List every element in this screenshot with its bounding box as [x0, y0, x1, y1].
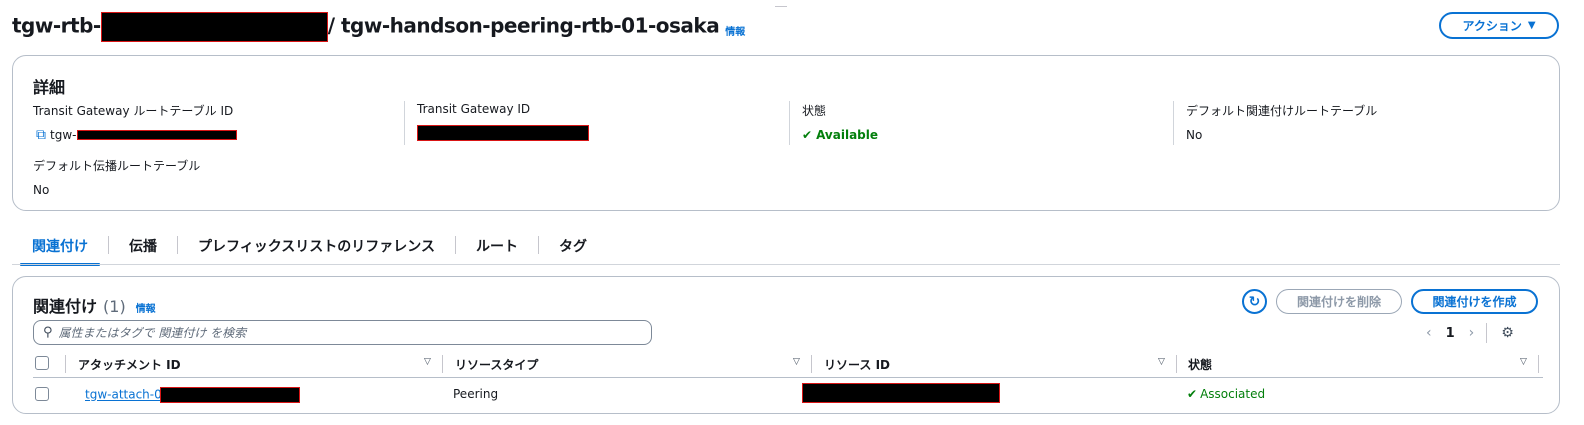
row-checkbox[interactable]	[35, 387, 49, 401]
attachment-id-prefix: tgw-attach-0	[85, 387, 162, 402]
check-circle-icon: ✔	[1187, 387, 1198, 401]
create-association-button[interactable]: 関連付けを作成	[1411, 289, 1538, 314]
tab-separator	[455, 236, 457, 254]
column-separator	[1176, 355, 1177, 373]
title-prefix: tgw-rtb-	[12, 13, 101, 38]
actions-label: アクション	[1462, 19, 1522, 33]
state-cell-text: Associated	[1200, 387, 1266, 401]
details-container: 詳細 Transit Gateway ルートテーブル ID ⧉ tgw- Tra…	[12, 55, 1560, 211]
column-separator	[1538, 355, 1539, 373]
redacted-route-table-id	[100, 12, 328, 42]
refresh-button[interactable]: ↻	[1242, 289, 1267, 314]
header-info-link[interactable]: 情報	[725, 23, 745, 38]
column-divider	[404, 101, 405, 145]
tab-propagations[interactable]: 伝播	[117, 232, 169, 266]
redacted-transit-gateway-id	[417, 125, 589, 141]
page-title: tgw-rtb- / tgw-handson-peering-rtb-01-osa…	[12, 12, 720, 42]
default-association-value: No	[1186, 128, 1203, 142]
associations-title: 関連付け	[33, 297, 98, 316]
table-header: アタッチメント ID ▽ リソースタイプ ▽ リソース ID ▽ 状態 ▽	[33, 352, 1543, 378]
chevron-left-icon[interactable]: ‹	[1426, 325, 1432, 341]
column-divider	[789, 101, 790, 145]
redacted-resource-id	[802, 383, 1000, 403]
tab-separator	[538, 236, 540, 254]
associations-table-container: 関連付け (1) 情報 ↻ 関連付けを削除 関連付けを作成 ⚲ ‹ 1 › ⚙ …	[12, 276, 1560, 414]
details-heading: 詳細	[33, 78, 66, 97]
state-label: 状態	[802, 104, 827, 118]
column-header-state[interactable]: 状態	[1188, 356, 1212, 373]
associations-info-link[interactable]: 情報	[136, 300, 156, 315]
tab-separator	[177, 236, 178, 254]
page-header: tgw-rtb- / tgw-handson-peering-rtb-01-osa…	[12, 12, 745, 42]
transit-gateway-id-field: Transit Gateway ID	[417, 102, 589, 141]
delete-association-button[interactable]: 関連付けを削除	[1276, 289, 1402, 314]
column-divider	[1173, 101, 1174, 145]
search-input[interactable]	[58, 325, 619, 340]
refresh-icon: ↻	[1248, 293, 1261, 310]
default-association-label: デフォルト関連付けルートテーブル	[1186, 104, 1378, 118]
state-field: 状態 ✔ Available	[802, 102, 878, 142]
tabs-underline	[12, 264, 1560, 265]
state-value-text: Available	[816, 128, 879, 142]
sort-caret-icon[interactable]: ▽	[793, 357, 800, 367]
sort-caret-icon[interactable]: ▽	[1158, 357, 1165, 367]
tab-routes[interactable]: ルート	[464, 232, 530, 266]
redacted-route-table-id-value	[77, 130, 238, 140]
gear-icon[interactable]: ⚙	[1501, 325, 1514, 341]
tab-prefix-list-references[interactable]: プレフィックスリストのリファレンス	[186, 232, 447, 266]
page-number[interactable]: 1	[1446, 326, 1455, 341]
pager-separator	[1486, 323, 1488, 343]
attachment-id-cell: tgw-attach-0	[85, 387, 300, 403]
route-table-id-prefix: tgw-	[50, 128, 77, 142]
associations-count: (1)	[103, 297, 126, 316]
resource-type-cell: Peering	[453, 387, 499, 401]
column-separator	[442, 355, 443, 373]
tab-separator	[108, 236, 109, 254]
sort-caret-icon[interactable]: ▽	[424, 357, 431, 367]
route-table-id-field: Transit Gateway ルートテーブル ID ⧉ tgw-	[33, 102, 238, 142]
search-icon: ⚲	[43, 325, 53, 340]
tab-tags[interactable]: タグ	[547, 232, 599, 266]
transit-gateway-id-label: Transit Gateway ID	[417, 102, 531, 116]
tab-bar: 関連付け 伝播 プレフィックスリストのリファレンス ルート タグ	[20, 232, 599, 266]
default-propagation-value: No	[33, 183, 50, 197]
resource-id-cell	[802, 383, 1000, 403]
top-divider	[775, 6, 787, 7]
state-cell: ✔ Associated	[1187, 387, 1265, 401]
associations-header: 関連付け (1) 情報	[33, 293, 156, 317]
copy-icon[interactable]: ⧉	[36, 128, 46, 142]
sort-caret-icon[interactable]: ▽	[1520, 357, 1527, 367]
default-propagation-field: デフォルト伝播ルートテーブル No	[33, 157, 200, 197]
title-suffix: / tgw-handson-peering-rtb-01-osaka	[327, 13, 720, 38]
column-separator	[811, 355, 812, 373]
column-header-attachment-id[interactable]: アタッチメント ID	[78, 356, 181, 373]
attachment-id-link[interactable]: tgw-attach-0	[85, 388, 162, 402]
check-circle-icon: ✔	[802, 128, 813, 142]
tab-associations[interactable]: 関連付け	[20, 232, 100, 266]
actions-button[interactable]: アクション ▼	[1439, 12, 1559, 39]
column-separator	[65, 355, 66, 373]
route-table-id-label: Transit Gateway ルートテーブル ID	[33, 104, 234, 118]
column-header-resource-id[interactable]: リソース ID	[824, 356, 890, 373]
state-value: ✔ Available	[802, 128, 878, 142]
table-row: tgw-attach-0 Peering ✔ Associated	[33, 381, 1543, 407]
default-propagation-label: デフォルト伝播ルートテーブル	[33, 159, 201, 173]
search-field[interactable]: ⚲	[33, 320, 652, 345]
pagination: ‹ 1 › ⚙	[1426, 323, 1514, 343]
caret-down-icon: ▼	[1527, 20, 1536, 31]
redacted-attachment-id	[159, 387, 300, 403]
chevron-right-icon[interactable]: ›	[1469, 325, 1475, 341]
select-all-checkbox[interactable]	[35, 356, 49, 370]
default-association-field: デフォルト関連付けルートテーブル No	[1186, 102, 1377, 142]
column-header-resource-type[interactable]: リソースタイプ	[455, 356, 538, 373]
